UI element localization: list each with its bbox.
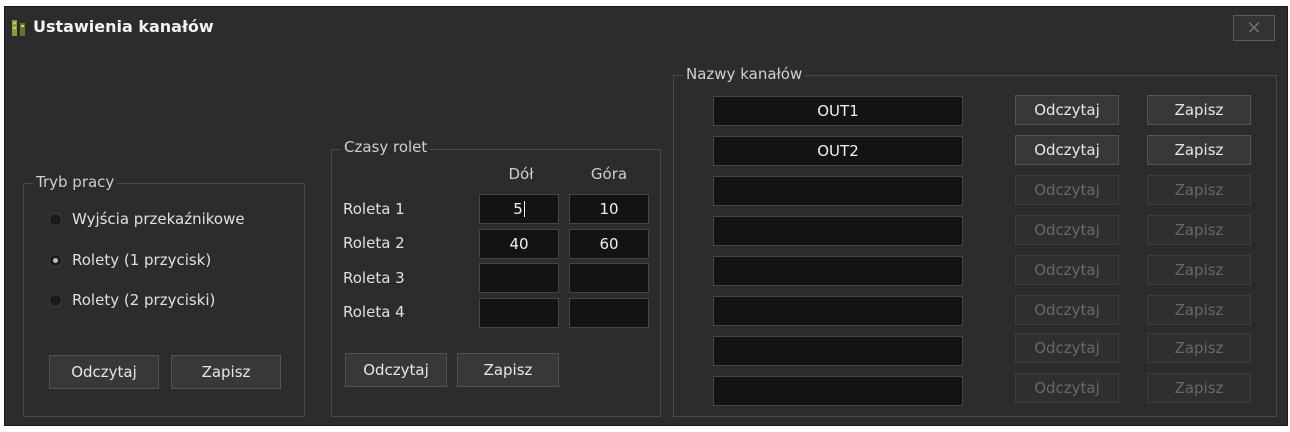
mode-save-button[interactable]: Zapisz (171, 355, 281, 389)
channel-name-input-8[interactable] (713, 376, 963, 406)
radio-blinds-1-button-label: Rolety (1 przycisk) (72, 251, 212, 269)
blind-1-up-input[interactable]: 10 (569, 194, 649, 224)
blinds-save-button[interactable]: Zapisz (457, 353, 559, 387)
channel-settings-window: Ustawienia kanałów ✕ Tryb pracy Wyjścia … (4, 6, 1288, 426)
mode-group-label: Tryb pracy (33, 173, 118, 191)
channel-1-save-button[interactable]: Zapisz (1147, 95, 1251, 125)
blind-row-label-4: Roleta 4 (343, 303, 405, 321)
channel-5-read-button[interactable]: Odczytaj (1015, 255, 1119, 285)
blind-row-label-2: Roleta 2 (343, 234, 405, 252)
channel-6-read-button[interactable]: Odczytaj (1015, 295, 1119, 325)
app-icon (11, 19, 27, 37)
channel-7-read-button[interactable]: Odczytaj (1015, 333, 1119, 363)
title-bar: Ustawienia kanałów ✕ (5, 7, 1287, 47)
channel-8-read-button[interactable]: Odczytaj (1015, 373, 1119, 403)
channel-2-save-button[interactable]: Zapisz (1147, 135, 1251, 165)
blind-2-down-input[interactable]: 40 (479, 229, 559, 259)
blinds-group-label: Czasy rolet (341, 138, 431, 156)
mode-read-button[interactable]: Odczytaj (49, 355, 159, 389)
blinds-read-button[interactable]: Odczytaj (345, 353, 447, 387)
channel-8-save-button[interactable]: Zapisz (1147, 373, 1251, 403)
channel-name-input-2[interactable]: OUT2 (713, 136, 963, 166)
radio-blinds-2-buttons-icon (49, 293, 62, 307)
channel-6-save-button[interactable]: Zapisz (1147, 295, 1251, 325)
channel-1-read-button[interactable]: Odczytaj (1015, 95, 1119, 125)
channel-names-group-label: Nazwy kanałów (683, 65, 806, 83)
channel-7-save-button[interactable]: Zapisz (1147, 333, 1251, 363)
radio-relay-outputs[interactable]: Wyjścia przekaźnikowe (49, 208, 245, 230)
blind-4-down-input[interactable] (479, 298, 559, 328)
radio-relay-outputs-icon (49, 212, 62, 226)
channel-3-save-button[interactable]: Zapisz (1147, 175, 1251, 205)
channel-4-read-button[interactable]: Odczytaj (1015, 215, 1119, 245)
channel-name-input-4[interactable] (713, 216, 963, 246)
channel-name-input-1[interactable]: OUT1 (713, 96, 963, 126)
channel-name-input-3[interactable] (713, 176, 963, 206)
radio-blinds-2-buttons[interactable]: Rolety (2 przyciski) (49, 289, 215, 311)
col-header-up: Góra (590, 165, 628, 183)
channel-2-read-button[interactable]: Odczytaj (1015, 135, 1119, 165)
channel-4-save-button[interactable]: Zapisz (1147, 215, 1251, 245)
radio-relay-outputs-label: Wyjścia przekaźnikowe (72, 210, 245, 228)
close-icon: ✕ (1246, 17, 1262, 39)
channel-name-input-5[interactable] (713, 256, 963, 286)
blind-4-up-input[interactable] (569, 298, 649, 328)
channel-5-save-button[interactable]: Zapisz (1147, 255, 1251, 285)
blind-row-label-3: Roleta 3 (343, 269, 405, 287)
blind-3-up-input[interactable] (569, 263, 649, 293)
channel-name-input-7[interactable] (713, 336, 963, 366)
blind-1-down-input[interactable]: 5 (479, 194, 559, 224)
radio-blinds-1-button[interactable]: Rolety (1 przycisk) (49, 249, 211, 271)
close-button[interactable]: ✕ (1233, 15, 1275, 41)
radio-blinds-1-button-icon (49, 253, 62, 267)
col-header-down: Dół (508, 165, 534, 183)
blind-2-up-input[interactable]: 60 (569, 229, 649, 259)
window-title: Ustawienia kanałów (33, 17, 214, 36)
blind-row-label-1: Roleta 1 (343, 200, 405, 218)
radio-blinds-2-buttons-label: Rolety (2 przyciski) (72, 291, 216, 309)
blind-1-down-value: 5 (513, 200, 523, 218)
blind-3-down-input[interactable] (479, 263, 559, 293)
channel-3-read-button[interactable]: Odczytaj (1015, 175, 1119, 205)
text-cursor (523, 201, 525, 217)
channel-name-input-6[interactable] (713, 296, 963, 326)
